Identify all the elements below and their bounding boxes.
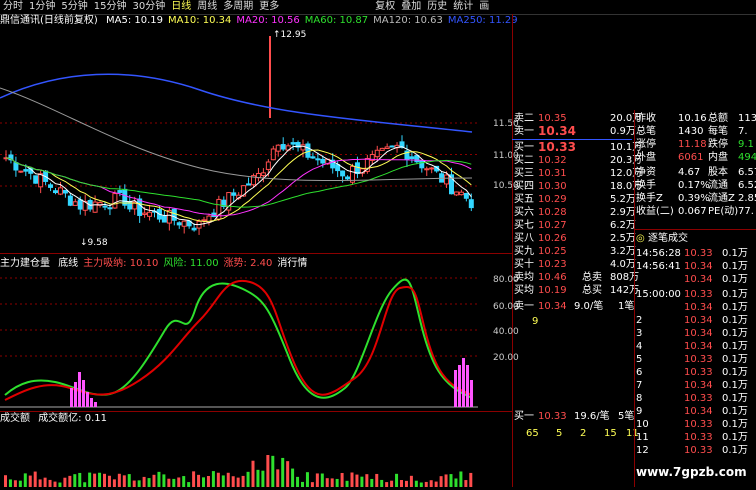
- period-toolbar: 分时 1分钟 5分钟 15分钟 30分钟 日线 周线 多周期 更多 复权 叠加 历史 统计画: [0, 0, 756, 15]
- main-divider: [0, 253, 512, 254]
- period-tab[interactable]: 周线: [194, 0, 220, 14]
- ma-label: MA5: 10.19: [106, 15, 164, 26]
- toolbar-button[interactable]: 统计: [450, 0, 476, 14]
- kline-svg: [0, 36, 478, 235]
- stock-name: 鼎信通讯(日线前复权): [0, 15, 98, 26]
- toolbar-button[interactable]: 叠加: [398, 0, 424, 14]
- toolbar-button[interactable]: 画: [476, 0, 492, 14]
- indicator-chart[interactable]: [0, 270, 512, 411]
- kline-chart[interactable]: [0, 28, 478, 253]
- indicator-label: 主力吸纳: 10.10: [83, 258, 159, 269]
- ma-label: MA20: 10.56: [236, 15, 300, 26]
- low-price-annotation: ↓9.58: [80, 238, 108, 248]
- indicator-legend: 主力建仓量 底线 主力吸纳: 10.10 风险: 11.00 涨势: 2.40 消行情: [0, 258, 317, 270]
- volume-title: 成交额: [0, 413, 30, 424]
- indicator-label: 风险: 11.00: [163, 258, 219, 269]
- ma-label: MA60: 10.87: [304, 15, 369, 26]
- period-tab[interactable]: 分时: [0, 0, 26, 14]
- ma-label: MA120: 10.63: [373, 15, 443, 26]
- toolbar-button[interactable]: 复权: [372, 0, 398, 14]
- ma-label: MA250: 11.29: [447, 15, 518, 26]
- quote-panel: 卖二 10.35 20.0万 卖一 10.34 0.9万 买一 10.33 10.1万 买二 10.…: [512, 110, 756, 487]
- period-tab[interactable]: 5分钟: [58, 0, 90, 14]
- indicator-label: 消行情: [277, 258, 308, 269]
- sub-divider: [0, 411, 512, 412]
- period-tab[interactable]: 日线: [168, 0, 194, 14]
- volume-value: 成交额亿: 0.11: [38, 413, 108, 424]
- period-tab[interactable]: 更多: [256, 0, 282, 14]
- high-price-annotation: ↑12.95: [273, 30, 307, 40]
- indicator-svg: [0, 277, 478, 408]
- ma-label: MA10: 10.34: [168, 15, 232, 26]
- volume-legend: 成交额 成交额亿: 0.11: [0, 413, 112, 425]
- indicator-label: 涨势: 2.40: [223, 258, 273, 269]
- period-tab[interactable]: 多周期: [220, 0, 256, 14]
- toolbar-button[interactable]: 历史: [424, 0, 450, 14]
- volume-chart[interactable]: [0, 425, 512, 487]
- watermark: www.7gpzb.com: [636, 465, 747, 479]
- period-tab[interactable]: 15分钟: [91, 0, 130, 14]
- period-tab[interactable]: 1分钟: [26, 0, 58, 14]
- indicator-title: 主力建仓量: [0, 258, 50, 269]
- period-tab[interactable]: 30分钟: [129, 0, 168, 14]
- volume-svg: [4, 455, 473, 487]
- ma-legend: 鼎信通讯(日线前复权) MA5: 10.19 MA10: 10.34 MA20: 1…: [0, 15, 528, 27]
- indicator-label: 底线: [58, 258, 79, 269]
